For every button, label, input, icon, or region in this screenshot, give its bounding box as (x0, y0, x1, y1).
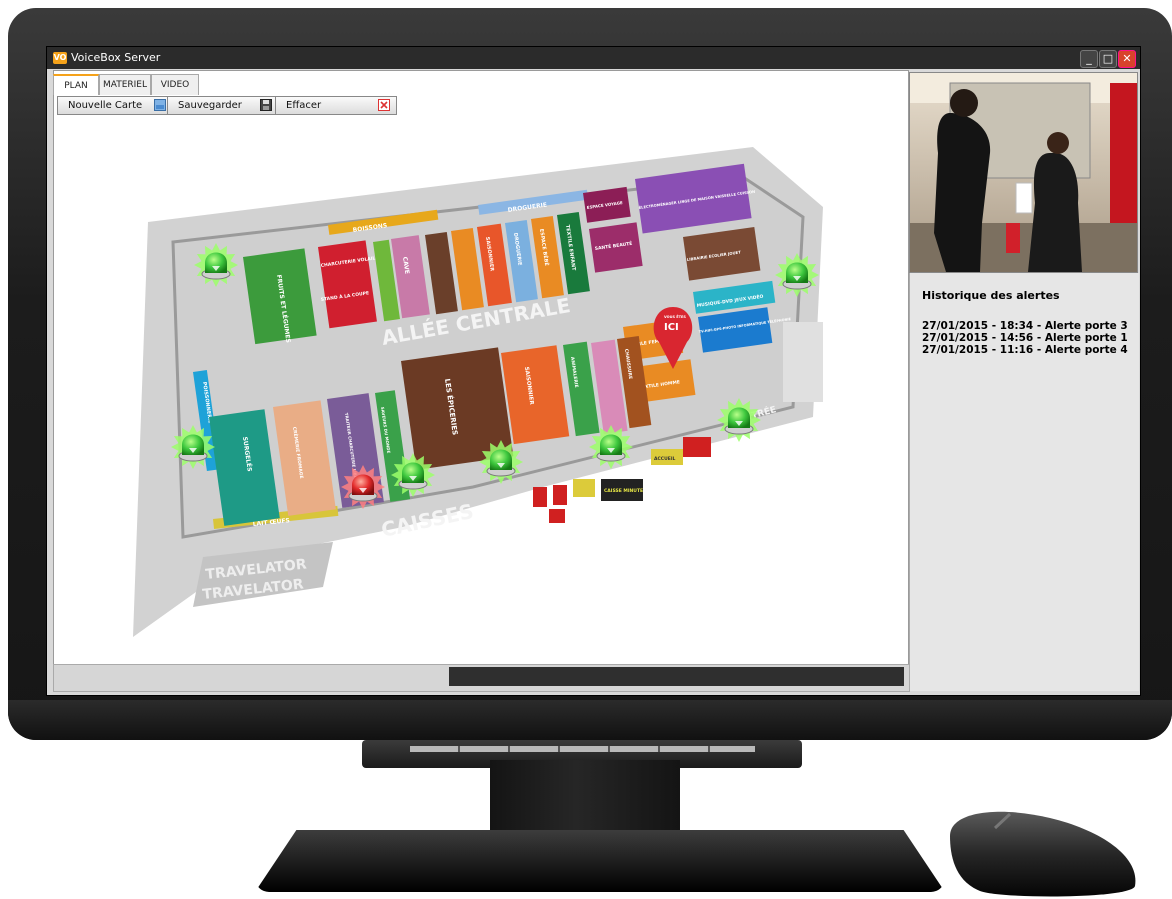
window-title: VoiceBox Server (71, 51, 161, 64)
stand-base (255, 830, 945, 892)
you-are-here-top-text: VOUS ÊTES (664, 314, 686, 319)
map-image-icon (154, 99, 166, 111)
stand-neck (490, 760, 680, 840)
alerts-title: Historique des alertes (922, 289, 1060, 302)
tab-video[interactable]: VIDEO (151, 74, 199, 95)
app-logo-icon: VO (53, 52, 67, 64)
maximize-button[interactable]: □ (1099, 50, 1117, 68)
delete-icon (378, 99, 390, 111)
minimize-button[interactable]: _ (1080, 50, 1098, 68)
store-floor-plan[interactable]: ALLÉE CENTRALE CAISSES TRAVELATOR TRAVEL… (53, 117, 903, 663)
clear-label: Effacer (286, 100, 322, 111)
stand-light-strip (410, 746, 755, 752)
app-window: VO VoiceBox Server _ □ ✕ PLAN MATERIEL V… (46, 46, 1141, 696)
alert-item[interactable]: 27/01/2015 - 18:34 - Alerte porte 3 (922, 320, 1128, 332)
computer-mouse (950, 811, 1136, 897)
you-are-here-text: ICI (664, 322, 679, 333)
close-button[interactable]: ✕ (1118, 50, 1136, 68)
title-bar: VO VoiceBox Server _ □ ✕ (47, 47, 1140, 69)
camera-feed[interactable] (909, 72, 1138, 273)
monitor-chin (8, 700, 1172, 740)
alerts-history-panel: Historique des alertes 27/01/2015 - 18:3… (909, 273, 1139, 691)
map-label-accueil: ACCUEIL (654, 456, 675, 462)
map-label-caisse-minute: CAISSE MINUTE (604, 488, 643, 494)
tab-materiel[interactable]: MATERIEL (99, 74, 151, 95)
floppy-disk-icon (260, 99, 272, 111)
alert-item[interactable]: 27/01/2015 - 11:16 - Alerte porte 4 (922, 344, 1128, 356)
save-label: Sauvegarder (178, 100, 242, 111)
new-map-button[interactable]: Nouvelle Carte (57, 96, 173, 115)
new-map-label: Nouvelle Carte (68, 100, 143, 111)
clear-button[interactable]: Effacer (275, 96, 397, 115)
tab-plan[interactable]: PLAN (53, 74, 99, 95)
dark-status-bar (449, 667, 904, 686)
save-button[interactable]: Sauvegarder (167, 96, 279, 115)
alert-item[interactable]: 27/01/2015 - 14:56 - Alerte porte 1 (922, 332, 1128, 344)
